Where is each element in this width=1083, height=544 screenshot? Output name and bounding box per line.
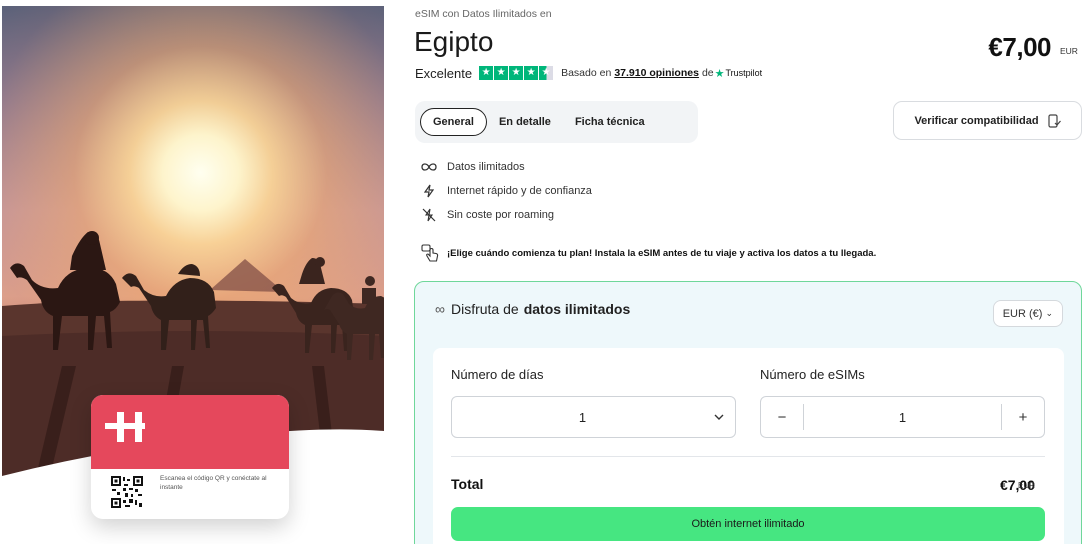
- chevron-down-icon: [714, 414, 724, 420]
- rating-based-on: Basado en: [561, 67, 612, 79]
- trustpilot-star-icon: ★: [714, 67, 725, 80]
- feature-item: Datos ilimitados: [421, 155, 592, 179]
- feature-text: Internet rápido y de confianza: [447, 185, 592, 197]
- tap-finger-icon: [421, 244, 439, 262]
- verify-compatibility-button[interactable]: Verificar compatibilidad: [893, 101, 1082, 140]
- feature-item: Sin coste por roaming: [421, 203, 592, 227]
- feature-item: Internet rápido y de confianza: [421, 179, 592, 203]
- activation-note: ¡Elige cuándo comienza tu plan! Instala …: [421, 244, 876, 262]
- breadcrumb: eSIM con Datos Ilimitados en: [415, 8, 552, 20]
- days-label: Número de días: [451, 367, 544, 382]
- plan-selector: ∞ Disfruta de datos ilimitados EUR (€) ⌄…: [414, 281, 1082, 544]
- activation-note-text: ¡Elige cuándo comienza tu plan! Instala …: [447, 247, 877, 259]
- esims-value[interactable]: 1: [804, 410, 1001, 425]
- plan-heading-prefix: Disfruta de: [450, 301, 519, 317]
- plan-form: Número de días 1 Número de eSIMs − 1 + T…: [433, 348, 1064, 544]
- tab-en-detalle[interactable]: En detalle: [487, 108, 563, 136]
- rating-stars: ★ ★ ★ ★ ★: [479, 66, 554, 80]
- feature-list: Datos ilimitados Internet rápido y de co…: [421, 155, 592, 227]
- tab-bar: General En detalle Ficha técnica: [415, 101, 698, 143]
- plan-heading: ∞ Disfruta de datos ilimitados: [435, 301, 630, 317]
- half-star-icon: ★: [539, 66, 554, 80]
- page-title: Egipto: [414, 26, 494, 57]
- rating-count-link[interactable]: 37.910 opiniones: [614, 67, 699, 79]
- star-icon: ★: [509, 66, 524, 80]
- plan-heading-bold: datos ilimitados: [523, 301, 631, 317]
- esim-card: Escanea el código QR y conéctate al inst…: [91, 395, 289, 519]
- total-currency: EUR: [1018, 481, 1035, 490]
- tab-ficha-tecnica[interactable]: Ficha técnica: [563, 108, 657, 136]
- days-select[interactable]: 1: [451, 396, 736, 438]
- divider: [451, 456, 1045, 457]
- esims-stepper: − 1 +: [760, 396, 1045, 438]
- currency-select[interactable]: EUR (€) ⌄: [992, 300, 1063, 327]
- days-value: 1: [578, 409, 587, 425]
- qr-code-icon: [111, 476, 143, 508]
- rating-of: de: [701, 67, 714, 79]
- star-icon: ★: [524, 66, 539, 80]
- decrement-button[interactable]: −: [761, 397, 803, 437]
- trustpilot-rating: Excelente ★ ★ ★ ★ ★ Basado en 37.910 opi…: [415, 64, 762, 82]
- product-price-currency: EUR: [1060, 46, 1078, 56]
- get-unlimited-internet-button[interactable]: Obtén internet ilimitado: [451, 507, 1045, 541]
- infinity-icon: ∞: [435, 301, 445, 317]
- tab-general[interactable]: General: [420, 108, 487, 136]
- no-roaming-icon: [421, 207, 437, 223]
- trustpilot-name: Trustpilot: [725, 68, 763, 78]
- feature-text: Datos ilimitados: [447, 161, 525, 173]
- feature-text: Sin coste por roaming: [447, 209, 554, 221]
- total-label: Total: [451, 476, 484, 492]
- lightning-icon: [421, 183, 437, 199]
- star-icon: ★: [479, 66, 494, 80]
- chevron-down-icon: ⌄: [1045, 308, 1053, 318]
- hero-image: Escanea el código QR y conéctate al inst…: [2, 6, 384, 544]
- phone-check-icon: [1047, 113, 1061, 128]
- rating-label: Excelente: [415, 65, 473, 81]
- product-price: €7,00: [988, 32, 1051, 62]
- esims-label: Número de eSIMs: [760, 367, 865, 382]
- currency-select-value: EUR (€): [1002, 307, 1043, 320]
- verify-compatibility-label: Verificar compatibilidad: [914, 114, 1039, 127]
- star-icon: ★: [494, 66, 509, 80]
- card-scan-text: Escanea el código QR y conéctate al inst…: [160, 475, 267, 491]
- increment-button[interactable]: +: [1002, 397, 1044, 437]
- infinity-icon: [421, 159, 437, 175]
- holafly-logo-icon: [105, 412, 145, 442]
